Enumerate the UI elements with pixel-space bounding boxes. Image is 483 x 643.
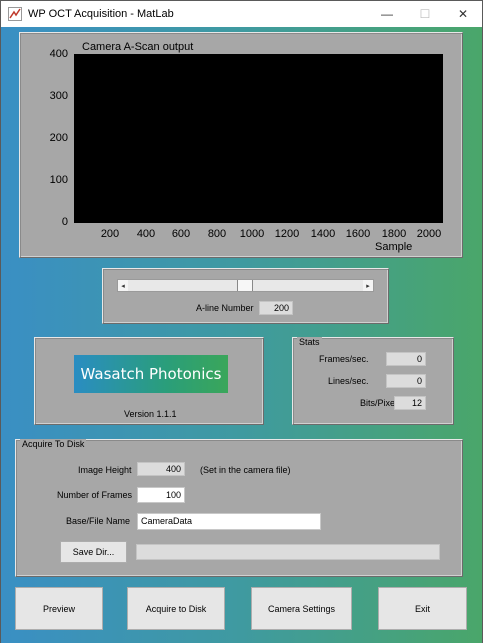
y-tick-label: 0 (61, 216, 68, 228)
aline-number-label: A-line Number (196, 303, 254, 313)
lines-per-sec-label: Lines/sec. (328, 376, 369, 386)
x-tick-label: 1400 (310, 228, 336, 240)
close-button[interactable]: ✕ (444, 1, 482, 27)
number-of-frames-label: Number of Frames (57, 490, 133, 500)
slider-right-arrow-icon[interactable]: ▸ (363, 280, 373, 291)
stats-title: Stats (297, 337, 322, 347)
aline-slider-panel: ◂ ▸ A-line Number 200 (102, 268, 389, 324)
acquire-to-disk-button[interactable]: Acquire to Disk (127, 587, 225, 630)
app-window: WP OCT Acquisition - MatLab — ☐ ✕ Camera… (0, 0, 483, 643)
exit-button[interactable]: Exit (378, 587, 467, 630)
window-title: WP OCT Acquisition - MatLab (28, 8, 174, 20)
x-tick-label: 600 (171, 228, 191, 240)
wasatch-photonics-logo: Wasatch Photonics (74, 355, 228, 393)
save-dir-button[interactable]: Save Dir... (60, 541, 127, 563)
x-axis-label: Sample (375, 241, 413, 253)
number-of-frames-input[interactable]: 100 (137, 487, 185, 503)
bits-per-pixel-value: 12 (394, 396, 426, 410)
version-label: Version 1.1.1 (124, 409, 177, 419)
base-file-name-input[interactable]: CameraData (137, 513, 321, 530)
x-tick-label: 800 (207, 228, 227, 240)
save-dir-path (136, 544, 440, 560)
x-tick-label: 1800 (381, 228, 407, 240)
slider-left-arrow-icon[interactable]: ◂ (118, 280, 128, 291)
plot-area[interactable] (74, 54, 443, 223)
bits-per-pixel-label: Bits/Pixel (360, 398, 398, 408)
plot-panel: Camera A-Scan output 400 300 200 100 0 2… (19, 32, 463, 258)
camera-settings-button[interactable]: Camera Settings (251, 587, 352, 630)
y-tick-label: 300 (49, 90, 68, 102)
client-area: Camera A-Scan output 400 300 200 100 0 2… (1, 27, 482, 643)
title-bar: WP OCT Acquisition - MatLab — ☐ ✕ (1, 1, 482, 27)
maximize-button[interactable]: ☐ (406, 1, 444, 27)
x-tick-label: 1600 (345, 228, 371, 240)
y-tick-label: 200 (49, 132, 68, 144)
image-height-label: Image Height (78, 465, 132, 475)
window-controls: — ☐ ✕ (368, 1, 482, 27)
x-tick-label: 2000 (416, 228, 442, 240)
base-file-name-label: Base/File Name (66, 516, 131, 526)
frames-per-sec-label: Frames/sec. (319, 354, 369, 364)
stats-panel: Stats Frames/sec. 0 Lines/sec. 0 Bits/Pi… (292, 337, 454, 425)
minimize-button[interactable]: — (368, 1, 406, 27)
preview-button[interactable]: Preview (15, 587, 103, 630)
x-tick-label: 400 (136, 228, 156, 240)
plot-title: Camera A-Scan output (82, 41, 194, 53)
slider-thumb[interactable] (237, 280, 253, 291)
lines-per-sec-value: 0 (386, 374, 426, 388)
x-tick-label: 1200 (274, 228, 300, 240)
image-height-note: (Set in the camera file) (200, 465, 291, 475)
x-tick-label: 1000 (239, 228, 265, 240)
aline-number-value: 200 (259, 301, 293, 315)
image-height-value: 400 (137, 462, 185, 476)
aline-slider[interactable]: ◂ ▸ (117, 279, 374, 292)
matlab-icon (8, 7, 22, 21)
acquire-panel: Acquire To Disk Image Height 400 (Set in… (15, 439, 463, 577)
x-tick-label: 200 (100, 228, 120, 240)
y-tick-label: 400 (49, 48, 68, 60)
logo-panel: Wasatch Photonics Version 1.1.1 (34, 337, 264, 425)
frames-per-sec-value: 0 (386, 352, 426, 366)
y-tick-label: 100 (49, 174, 68, 186)
acquire-title: Acquire To Disk (20, 439, 87, 449)
